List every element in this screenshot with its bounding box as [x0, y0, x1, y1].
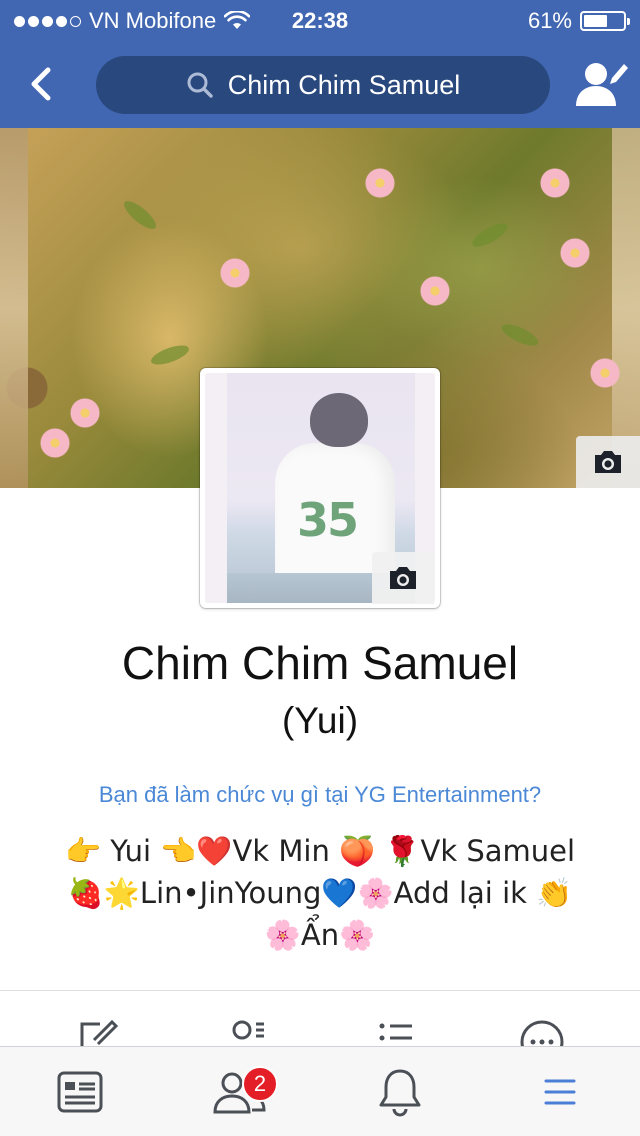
status-bar: VN Mobifone 22:38 61%	[0, 0, 640, 40]
friend-requests-badge: 2	[242, 1066, 278, 1102]
bio-line: 👉 Yui 👈❤️Vk Min 🍑 🌹Vk Samuel	[64, 834, 576, 868]
cover-flower	[40, 428, 70, 458]
friend-button[interactable]	[574, 58, 630, 110]
avatar-camera-button[interactable]	[372, 552, 434, 604]
search-input[interactable]: Chim Chim Samuel	[96, 56, 550, 114]
divider	[0, 990, 640, 991]
bio-line: 🍓🌟Lin•JinYoung💙🌸Add lại ik 👏	[67, 876, 573, 910]
cover-flower	[70, 398, 100, 428]
edit-profile-button[interactable]	[68, 1016, 128, 1048]
cover-flower	[365, 168, 395, 198]
edit-icon	[80, 1019, 119, 1048]
battery-icon	[580, 11, 630, 31]
about-button[interactable]	[220, 1016, 280, 1048]
list-icon	[379, 1023, 412, 1041]
tab-news-feed[interactable]	[50, 1065, 110, 1119]
cover-flower	[560, 238, 590, 268]
search-text: Chim Chim Samuel	[227, 69, 461, 100]
add-friend-icon	[576, 63, 628, 106]
back-button[interactable]	[22, 62, 62, 106]
news-feed-icon	[57, 1071, 103, 1113]
cover-flower	[220, 258, 250, 288]
tab-notifications[interactable]	[370, 1065, 430, 1119]
job-prompt-link[interactable]: Bạn đã làm chức vụ gì tại YG Entertainme…	[0, 782, 640, 808]
cover-flower	[420, 276, 450, 306]
top-header: VN Mobifone 22:38 61% Chim Chim Samuel	[0, 0, 640, 128]
camera-icon	[595, 451, 621, 473]
tab-menu[interactable]	[530, 1065, 590, 1119]
avatar-hair	[310, 393, 368, 447]
cover-leaf	[469, 218, 511, 252]
search-icon	[187, 72, 213, 98]
cover-edge	[612, 128, 640, 488]
avatar-jersey-number: 35	[297, 493, 359, 547]
cover-flower	[540, 168, 570, 198]
bell-icon	[379, 1069, 421, 1117]
battery-level	[584, 15, 608, 27]
battery-percent: 61%	[527, 8, 572, 33]
more-icon	[520, 1020, 564, 1048]
cover-edge	[0, 128, 28, 488]
alternate-name: (Yui)	[281, 700, 359, 741]
cover-leaf	[120, 196, 160, 234]
about-icon	[232, 1020, 264, 1040]
activity-log-button[interactable]	[364, 1016, 424, 1048]
cover-camera-button[interactable]	[576, 436, 640, 488]
cover-flower	[590, 358, 620, 388]
hamburger-menu-icon	[544, 1079, 576, 1105]
camera-icon	[390, 567, 416, 589]
more-button[interactable]	[512, 1016, 572, 1048]
bio: 👉 Yui 👈❤️Vk Min 🍑 🌹Vk Samuel 🍓🌟Lin•JinYo…	[40, 830, 600, 956]
battery-group: 61%	[527, 8, 630, 34]
chevron-left-icon	[31, 67, 51, 101]
bio-line: 🌸Ẩn🌸	[264, 918, 376, 952]
bottom-nav	[0, 1046, 640, 1136]
cover-leaf	[498, 320, 542, 350]
cover-leaf	[148, 341, 192, 369]
profile-name: Chim Chim Samuel	[121, 637, 519, 689]
